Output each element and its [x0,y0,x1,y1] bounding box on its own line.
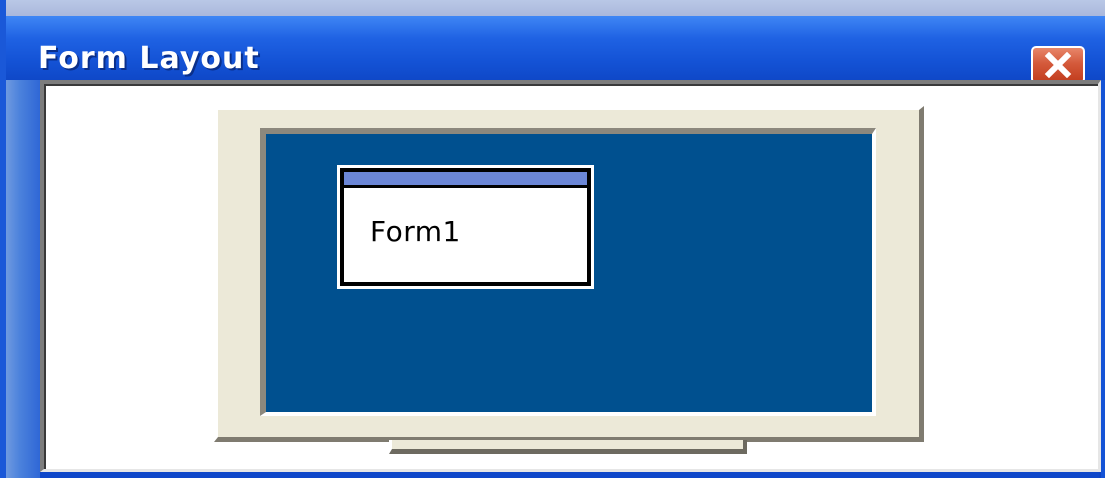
close-icon [1044,52,1072,78]
window-left-border [6,80,40,478]
form1-frame: Form1 [340,168,591,286]
monitor-stand [389,440,747,454]
form1-caption: Form1 [370,215,461,248]
window-right-border [1101,80,1105,478]
form-layout-window: Form Layout Form1 [0,0,1105,478]
form1-preview[interactable]: Form1 [337,165,594,289]
form1-title-bar[interactable] [344,172,587,188]
title-bar[interactable]: Form Layout [6,16,1105,84]
window-top-edge [6,0,1105,16]
window-title: Form Layout [38,41,260,76]
close-button[interactable] [1031,46,1085,84]
